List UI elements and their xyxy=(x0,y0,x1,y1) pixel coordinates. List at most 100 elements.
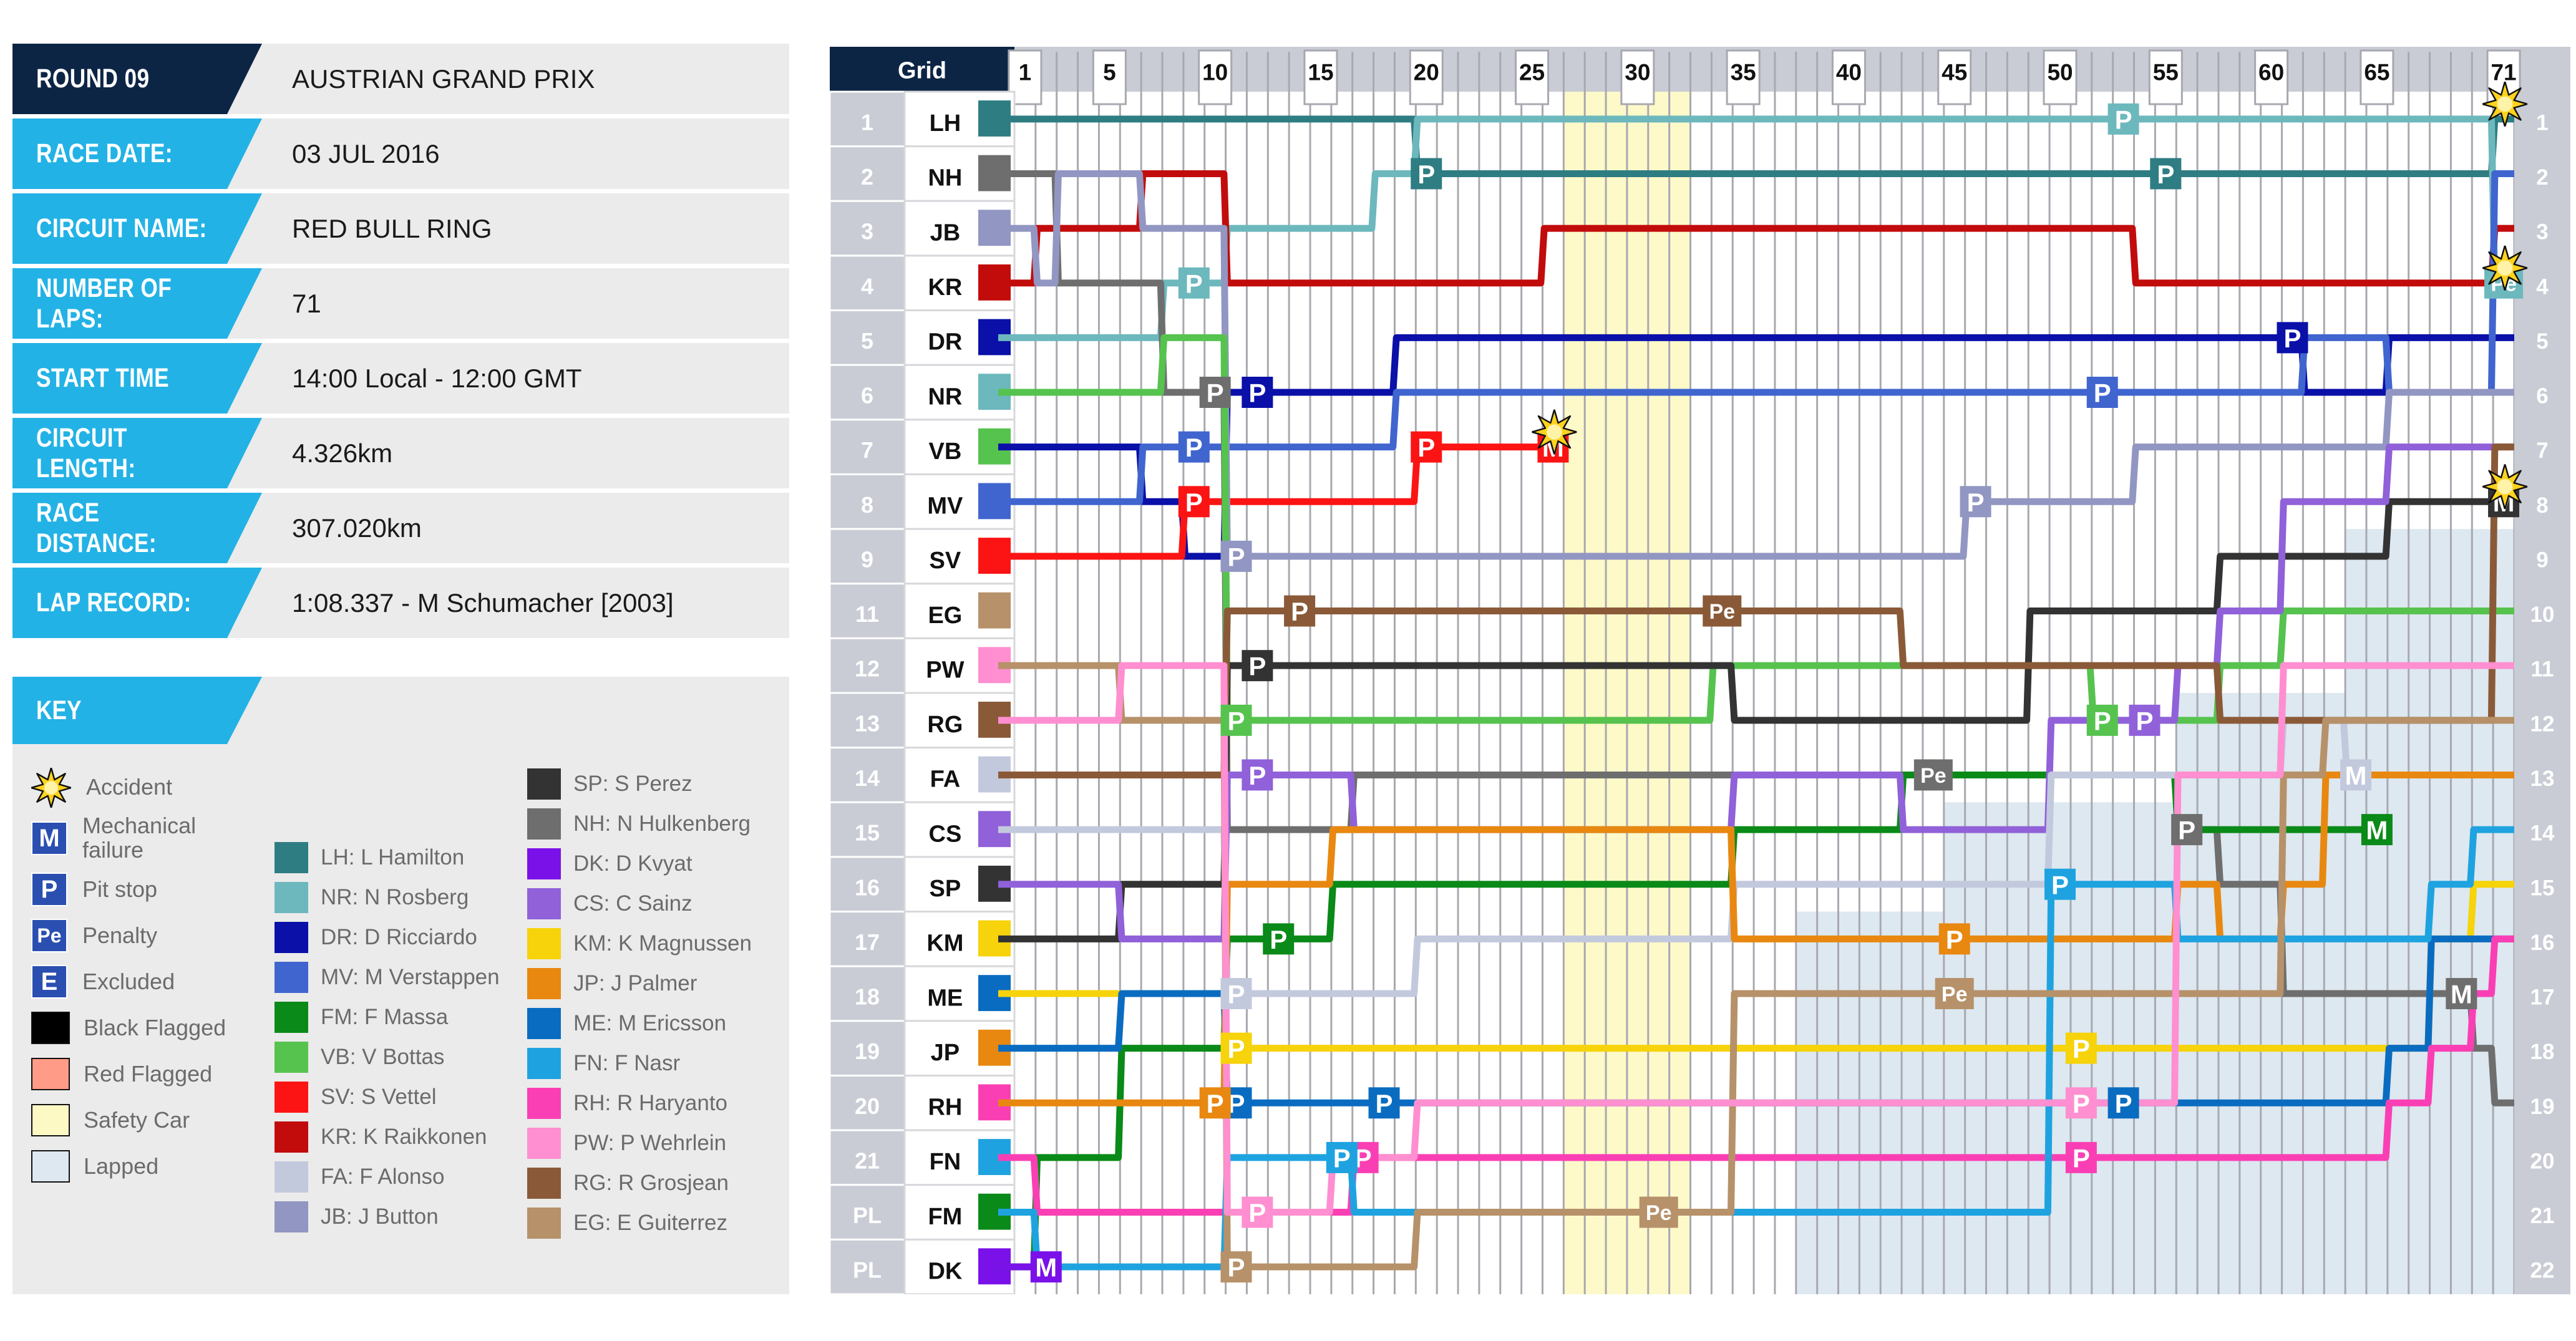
lap-tick-label: 55 xyxy=(2153,59,2179,85)
grid-position-label: 11 xyxy=(855,601,879,627)
svg-text:P: P xyxy=(1270,925,1287,954)
svg-text:P: P xyxy=(1417,433,1435,462)
key-item-mechanical-failure: M Mechanical failure xyxy=(31,810,275,866)
accident-marker xyxy=(1532,409,1577,455)
event-marker-p: P xyxy=(1960,486,1991,518)
lap-tick-label: 40 xyxy=(1836,59,1862,85)
svg-text:M: M xyxy=(2345,761,2367,790)
mechanical-failure-icon: M xyxy=(31,821,67,855)
grid-position-label: 8 xyxy=(861,492,873,518)
lap-chart-canvas: Grid 1 5 10 15 20 25 30 35 40 45 50 55 60 65 71 1 LH 2 NH 3 J… xyxy=(830,47,2570,1294)
event-marker-p: P xyxy=(1220,540,1252,572)
grid-position-label: 21 xyxy=(855,1148,880,1173)
accident-marker xyxy=(2482,245,2528,291)
event-marker-p: P xyxy=(1199,1087,1231,1119)
grid-header-label: Grid xyxy=(898,57,946,84)
key-column-drivers-1: LH: L Hamilton NR: N Rosberg DR: D Ricciar… xyxy=(275,764,527,1243)
key-driver-nr: NR: N Rosberg xyxy=(275,878,527,917)
row-gap xyxy=(12,563,789,568)
race-info-row: START TIME 14:00 Local - 12:00 GMT xyxy=(12,343,789,414)
event-marker-p: P xyxy=(2044,868,2076,900)
driver-key-label: FN: F Nasr xyxy=(573,1051,681,1076)
event-marker-p: P xyxy=(2277,322,2308,354)
driver-key-label: KM: K Magnussen xyxy=(573,931,752,956)
event-marker-p: P xyxy=(1220,978,1252,1009)
event-marker-p: P xyxy=(1411,431,1442,463)
svg-text:P: P xyxy=(2115,105,2132,134)
info-label-text: CIRCUIT NAME: xyxy=(36,213,207,243)
svg-text:P: P xyxy=(2073,1143,2090,1173)
row-gap xyxy=(12,189,789,193)
event-marker-pe: Pe xyxy=(1913,759,1953,791)
position-tick-label: 20 xyxy=(2530,1149,2555,1173)
lap-tick-label: 71 xyxy=(2491,59,2516,85)
key-driver-pw: PW: P Wehrlein xyxy=(527,1123,789,1163)
info-label-tag: RACE DATE: xyxy=(12,119,262,189)
key-driver-fm: FM: F Massa xyxy=(275,997,527,1037)
svg-text:M: M xyxy=(2451,980,2472,1009)
position-tick-label: 8 xyxy=(2536,493,2548,518)
svg-text:P: P xyxy=(1291,597,1308,626)
key-item-label: Mechanical failure xyxy=(82,813,197,863)
driver-key-label: FM: F Massa xyxy=(321,1005,449,1030)
svg-text:P: P xyxy=(1185,433,1203,462)
grid-position-label: PL xyxy=(853,1257,882,1283)
position-tick-label: 14 xyxy=(2530,821,2555,846)
driver-code-label: RH xyxy=(928,1095,962,1121)
info-value-text: 14:00 Local - 12:00 GMT xyxy=(292,363,582,393)
lap-tick-label: 5 xyxy=(1103,59,1116,85)
driver-color-chip xyxy=(978,592,1011,629)
svg-text:P: P xyxy=(1228,980,1245,1009)
info-value-text: RED BULL RING xyxy=(292,213,492,243)
key-item-label: Red Flagged xyxy=(84,1060,213,1087)
driver-key-label: NH: N Hulkenberg xyxy=(573,811,751,836)
driver-key-label: NR: N Rosberg xyxy=(321,885,469,910)
event-marker-p: P xyxy=(1938,923,1970,955)
info-label-text: LAP RECORD: xyxy=(36,588,192,617)
driver-code-label: VB xyxy=(929,438,962,465)
event-marker-m: M xyxy=(2446,978,2477,1009)
driver-key-label: LH: L Hamilton xyxy=(321,845,465,870)
key-item-label: Pit stop xyxy=(82,876,158,902)
key-driver-eg: EG: E Guiterrez xyxy=(527,1203,789,1243)
driver-color-swatch xyxy=(527,1168,561,1199)
driver-code-label: NR xyxy=(928,384,962,410)
driver-color-swatch xyxy=(527,968,561,999)
driver-key-label: DR: D Ricciardo xyxy=(321,925,477,950)
event-marker-p: P xyxy=(1178,486,1210,518)
svg-text:P: P xyxy=(2283,324,2301,353)
event-marker-p: P xyxy=(1220,704,1252,736)
key-column-events: Accident M Mechanical failure P Pit stop Pe Pen… xyxy=(12,764,275,1243)
svg-text:P: P xyxy=(1228,1253,1245,1282)
key-item-black-flagged: Black Flagged xyxy=(31,1005,275,1051)
driver-code-label: KM xyxy=(926,931,963,957)
lap-tick-label: 20 xyxy=(1414,59,1439,85)
event-marker-m: M xyxy=(2361,814,2393,846)
driver-color-swatch xyxy=(275,1161,308,1193)
race-info-row: RACE DATE: 03 JUL 2016 xyxy=(12,119,789,189)
lap-tick-label: 60 xyxy=(2258,59,2284,85)
driver-key-label: JP: J Palmer xyxy=(573,971,697,996)
driver-code-label: FN xyxy=(930,1149,961,1175)
event-marker-p: P xyxy=(1178,267,1210,299)
driver-color-swatch xyxy=(527,848,561,879)
svg-text:P: P xyxy=(1248,761,1266,790)
event-marker-pe: Pe xyxy=(1703,595,1742,627)
key-driver-vb: VB: V Bottas xyxy=(275,1037,527,1077)
event-marker-p: P xyxy=(1284,595,1316,627)
event-marker-p: P xyxy=(1242,377,1273,408)
info-value-text: 1:08.337 - M Schumacher [2003] xyxy=(292,588,674,617)
key-item-excluded: E Excluded xyxy=(31,959,275,1005)
svg-text:P: P xyxy=(1185,488,1203,517)
driver-code-label: PW xyxy=(926,657,964,683)
info-value-text: 71 xyxy=(292,288,321,318)
svg-text:P: P xyxy=(2157,160,2174,189)
key-driver-rg: RG: R Grosjean xyxy=(527,1163,789,1203)
position-tick-label: 5 xyxy=(2536,329,2548,354)
key-driver-lh: LH: L Hamilton xyxy=(275,838,527,878)
key-title-tag: KEY xyxy=(12,677,262,744)
row-gap xyxy=(12,414,789,418)
grid-position-label: 1 xyxy=(861,109,873,135)
grid-position-label: 14 xyxy=(855,765,880,791)
key-driver-km: KM: K Magnussen xyxy=(527,924,789,964)
